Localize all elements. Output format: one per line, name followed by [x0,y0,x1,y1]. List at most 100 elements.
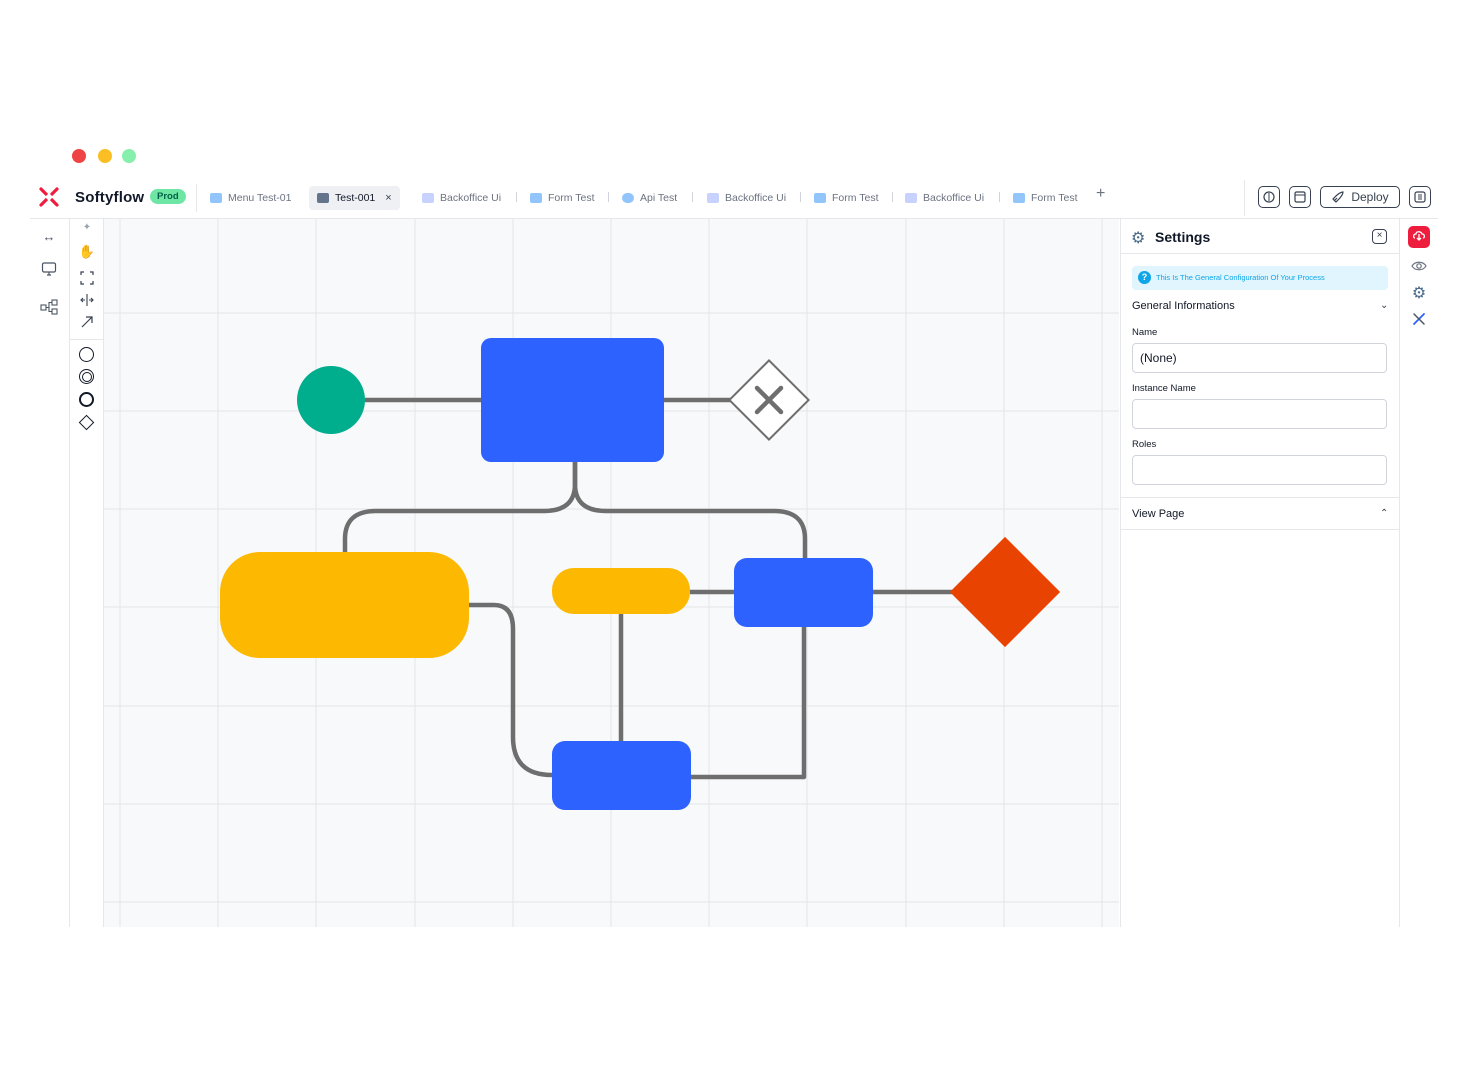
chevron-down-icon[interactable]: ⌄ [1380,300,1388,311]
general-informations-header[interactable]: General Informations [1132,300,1235,312]
end-gateway[interactable] [949,536,1061,648]
lasso-tool-icon[interactable] [78,270,96,288]
tab-api-test[interactable]: Api Test [622,186,677,210]
close-panel-button[interactable]: × [1372,229,1387,244]
window-icon [1294,191,1306,203]
task-blue-right[interactable] [734,558,873,627]
flow-icon[interactable] [38,299,60,317]
instance-name-field[interactable] [1132,399,1387,429]
tab-label: Backoffice Ui [923,192,985,204]
window-maximize-dot[interactable] [122,149,136,163]
expand-icon[interactable]: ↔ [38,229,60,247]
debug-button[interactable] [1258,186,1280,208]
instance-name-label: Instance Name [1132,383,1196,394]
tab-backoffice-ui[interactable]: Backoffice Ui [422,186,501,210]
subprocess-yellow[interactable] [220,552,469,658]
tab-backoffice-ui[interactable]: Backoffice Ui [707,186,786,210]
connector[interactable] [690,626,807,780]
exclusive-gateway[interactable] [727,358,811,442]
task-yellow[interactable] [552,568,690,614]
tab-label: Menu Test-01 [228,192,292,204]
view-page-header[interactable]: View Page [1132,508,1184,520]
tool-palette: ✦ ✋ [70,219,104,927]
intermediate-event-icon[interactable] [79,369,94,384]
connect-tool-icon[interactable] [78,314,96,332]
tab-label: Form Test [548,192,595,204]
tab-separator [692,192,693,202]
tab-label: Api Test [640,192,678,204]
tab-label: Backoffice Ui [725,192,787,204]
space-tool-icon[interactable] [78,292,96,310]
chevron-up-icon[interactable]: ⌃ [1380,508,1388,519]
tab-separator [999,192,1000,202]
tab-separator [516,192,517,202]
tab-separator [608,192,609,202]
hand-tool-icon[interactable]: ✋ [78,243,96,261]
end-event-icon[interactable] [79,392,94,407]
divider [70,339,103,340]
gear-icon[interactable]: ⚙ [1408,283,1430,305]
rocket-icon [1332,191,1344,203]
task-blue-bottom[interactable] [552,741,691,810]
add-tab-button[interactable]: + [1096,185,1105,203]
env-badge[interactable]: Prod [150,189,186,204]
tab-form-test[interactable]: Form Test [530,186,594,210]
folder-icon [905,193,917,203]
connector[interactable] [572,462,808,559]
divider [1121,253,1399,254]
folder-icon [422,193,434,203]
tab-test-001[interactable]: Test-001 × [309,186,400,210]
menu-icon [210,193,222,203]
divider [1121,529,1399,530]
deploy-label: Deploy [1351,190,1389,204]
window-close-dot[interactable] [72,149,86,163]
process-diagram[interactable] [104,219,1119,927]
help-icon: ? [1138,271,1151,284]
info-text: This Is The General Configuration Of You… [1156,273,1325,282]
brand-name: Softyflow [75,189,145,206]
tools-icon[interactable] [1408,311,1430,333]
preview-button[interactable] [1289,186,1311,208]
save-cloud-button[interactable] [1408,226,1430,248]
bug-icon [1263,191,1275,203]
code-button[interactable] [1409,186,1431,208]
folder-icon [707,193,719,203]
form-icon [814,193,826,203]
tab-label: Form Test [832,192,879,204]
api-icon [622,193,634,203]
eye-icon[interactable] [1408,256,1430,278]
softyflow-logo-icon [39,187,59,207]
divider [196,184,197,212]
name-field[interactable]: (None) [1132,343,1387,373]
gear-icon: ⚙ [1131,230,1146,247]
pin-icon[interactable]: ✦ [78,219,96,237]
info-banner: ? This Is The General Configuration Of Y… [1132,266,1388,290]
left-sidebar: ↔ [30,219,70,927]
gateway-icon[interactable] [78,414,95,431]
top-bar: Softyflow Prod Menu Test-01 Test-001 × B… [30,178,1438,219]
tab-separator [800,192,801,202]
connector[interactable] [469,602,553,778]
deploy-button[interactable]: Deploy [1320,186,1400,208]
tab-label: Backoffice Ui [440,192,502,204]
cloud-download-icon [1412,231,1426,241]
form-icon [1013,193,1025,203]
connector[interactable] [342,462,578,554]
process-canvas[interactable] [104,219,1119,927]
start-event-icon[interactable] [79,347,94,362]
screen-icon[interactable] [38,261,60,279]
tab-backoffice-ui[interactable]: Backoffice Ui [905,186,984,210]
roles-label: Roles [1132,439,1157,450]
roles-field[interactable] [1132,455,1387,485]
start-event[interactable] [297,366,365,434]
tab-close-icon[interactable]: × [385,192,391,204]
tab-menu-test-01[interactable]: Menu Test-01 [210,186,291,210]
window-minimize-dot[interactable] [98,149,112,163]
tab-form-test[interactable]: Form Test [1013,186,1077,210]
code-icon [1414,191,1426,203]
tab-separator [892,192,893,202]
tab-form-test[interactable]: Form Test [814,186,878,210]
tab-label: Test-001 [335,192,376,204]
divider [1121,497,1399,498]
task-main[interactable] [481,338,664,462]
